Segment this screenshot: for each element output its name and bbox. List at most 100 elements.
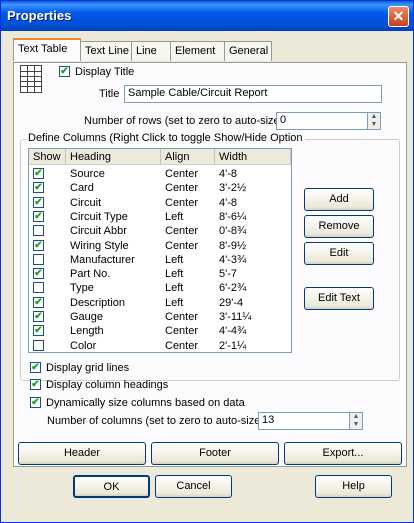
show-checkbox[interactable]: ✔ — [33, 311, 44, 322]
ok-button[interactable]: OK — [73, 475, 150, 498]
heading-cell: Circuit Type — [70, 210, 128, 223]
column-header-align[interactable]: Align — [161, 149, 215, 165]
table-row[interactable]: ✔ Part No. Left 5'-7 — [29, 267, 291, 281]
width-cell: 3'-2½ — [219, 182, 247, 195]
tab-line[interactable]: Line — [131, 41, 171, 61]
dynamic-size-checkbox[interactable]: ✔ — [30, 397, 41, 408]
table-row[interactable]: Manufacturer Left 4'-3¾ — [29, 253, 291, 267]
table-icon — [20, 65, 42, 93]
spin-down-icon[interactable]: ▼ — [368, 121, 380, 129]
tab-text-line[interactable]: Text Line — [80, 41, 132, 61]
column-header-heading[interactable]: Heading — [66, 149, 161, 165]
show-checkbox[interactable]: ✔ — [33, 296, 44, 308]
show-checkbox[interactable] — [33, 225, 44, 237]
heading-cell: Circuit — [70, 196, 102, 209]
align-cell: Center — [165, 311, 199, 323]
grid-lines-label: Display grid lines — [46, 362, 130, 374]
heading-cell: Card — [70, 182, 94, 195]
heading-cell: Color — [70, 339, 97, 352]
close-icon[interactable]: ✕ — [388, 6, 409, 27]
footer-button[interactable]: Footer — [151, 442, 279, 465]
heading-cell: Circuit Abbr — [70, 225, 127, 238]
width-cell: 2'-1¼ — [219, 339, 247, 352]
rows-input[interactable]: 0 — [276, 112, 368, 130]
width-cell: 5'-7 — [219, 268, 237, 281]
export-button[interactable]: Export... — [284, 442, 402, 465]
heading-cell: Length — [70, 325, 104, 338]
table-row[interactable]: ✔ Card Center 3'-2½ — [29, 181, 291, 195]
cancel-button[interactable]: Cancel — [155, 475, 232, 498]
text-table-panel: ✔ Display Title Title Sample Cable/Circu… — [13, 62, 407, 467]
edit-text-button[interactable]: Edit Text — [304, 287, 374, 310]
display-title-checkbox[interactable]: ✔ — [59, 66, 70, 77]
title-bar[interactable]: Properties ✕ — [1, 1, 413, 31]
spin-up-icon[interactable]: ▲ — [350, 413, 362, 421]
remove-button[interactable]: Remove — [304, 215, 374, 238]
columns-listview[interactable]: Show Heading Align Width ✔ Source Center 4'… — [28, 148, 292, 353]
show-checkbox[interactable] — [33, 282, 44, 294]
table-row[interactable]: ✔ Length Center 4'-4¾ — [29, 324, 291, 338]
show-checkbox[interactable]: ✔ — [33, 325, 44, 337]
columns-count-input[interactable]: 13 — [258, 412, 350, 430]
tab-element[interactable]: Element — [170, 41, 225, 61]
edit-button[interactable]: Edit — [304, 242, 374, 265]
table-row[interactable]: ✔ Circuit Type Left 8'-6¼ — [29, 210, 291, 224]
grid-lines-checkbox[interactable]: ✔ — [30, 362, 41, 373]
width-cell: 0'-8¾ — [219, 225, 247, 238]
table-row[interactable]: Color Center 2'-1¼ — [29, 339, 291, 352]
show-checkbox[interactable]: ✔ — [33, 268, 44, 280]
column-headings-checkbox[interactable]: ✔ — [30, 379, 41, 390]
spin-up-icon[interactable]: ▲ — [368, 113, 380, 121]
rows-stepper[interactable]: ▲ ▼ — [367, 112, 381, 130]
heading-cell: Wiring Style — [70, 239, 129, 252]
align-cell: Center — [165, 168, 199, 180]
width-cell: 29'-4 — [219, 296, 244, 309]
align-cell: Left — [165, 296, 184, 309]
properties-dialog: Properties ✕ Text Table Text Line Line E… — [0, 0, 414, 523]
tab-text-table[interactable]: Text Table — [13, 38, 81, 61]
width-cell: 3'-11¼ — [219, 311, 252, 323]
columns-count-label: Number of columns (set to zero to auto-s… — [47, 415, 265, 427]
table-row[interactable]: ✔ Description Left 29'-4 — [29, 296, 291, 310]
align-cell: Center — [165, 182, 199, 195]
column-header-show[interactable]: Show — [29, 149, 66, 165]
width-cell: 4'-8 — [219, 196, 237, 209]
show-checkbox[interactable] — [33, 253, 44, 265]
table-row[interactable]: ✔ Source Center 4'-8 — [29, 167, 291, 181]
column-header-width[interactable]: Width — [215, 149, 291, 165]
spin-down-icon[interactable]: ▼ — [350, 421, 362, 429]
heading-cell: Type — [70, 282, 94, 295]
help-button[interactable]: Help — [315, 475, 392, 498]
table-row[interactable]: ✔ Wiring Style Center 8'-9½ — [29, 239, 291, 253]
header-button[interactable]: Header — [18, 442, 146, 465]
show-checkbox[interactable]: ✔ — [33, 239, 44, 251]
column-headings-label: Display column headings — [46, 379, 169, 391]
align-cell: Center — [165, 339, 199, 352]
align-cell: Left — [165, 210, 184, 223]
columns-count-stepper[interactable]: ▲ ▼ — [349, 412, 363, 430]
show-checkbox[interactable]: ✔ — [33, 182, 44, 194]
width-cell: 4'-8 — [219, 168, 237, 180]
width-cell: 8'-9½ — [219, 239, 247, 252]
table-row[interactable]: Type Left 6'-2¾ — [29, 281, 291, 295]
define-columns-label: Define Columns (Right Click to toggle Sh… — [26, 132, 305, 144]
show-checkbox[interactable]: ✔ — [33, 210, 44, 222]
show-checkbox[interactable]: ✔ — [33, 168, 44, 179]
add-button[interactable]: Add — [304, 188, 374, 211]
rows-label: Number of rows (set to zero to auto-size… — [84, 115, 284, 127]
tab-general[interactable]: General — [224, 41, 272, 61]
width-cell: 6'-2¾ — [219, 282, 247, 295]
title-input[interactable]: Sample Cable/Circuit Report — [124, 85, 382, 103]
align-cell: Left — [165, 253, 184, 266]
table-row[interactable]: ✔ Gauge Center 3'-11¼ — [29, 310, 291, 324]
table-row[interactable]: Circuit Abbr Center 0'-8¾ — [29, 224, 291, 238]
show-checkbox[interactable]: ✔ — [33, 196, 44, 208]
width-cell: 4'-4¾ — [219, 325, 247, 338]
table-row[interactable]: ✔ Circuit Center 4'-8 — [29, 196, 291, 210]
heading-cell: Manufacturer — [70, 253, 135, 266]
align-cell: Left — [165, 282, 184, 295]
dialog-client: Text Table Text Line Line Element Genera… — [5, 31, 411, 520]
heading-cell: Gauge — [70, 311, 104, 323]
width-cell: 4'-3¾ — [219, 253, 247, 266]
show-checkbox[interactable] — [33, 339, 44, 351]
